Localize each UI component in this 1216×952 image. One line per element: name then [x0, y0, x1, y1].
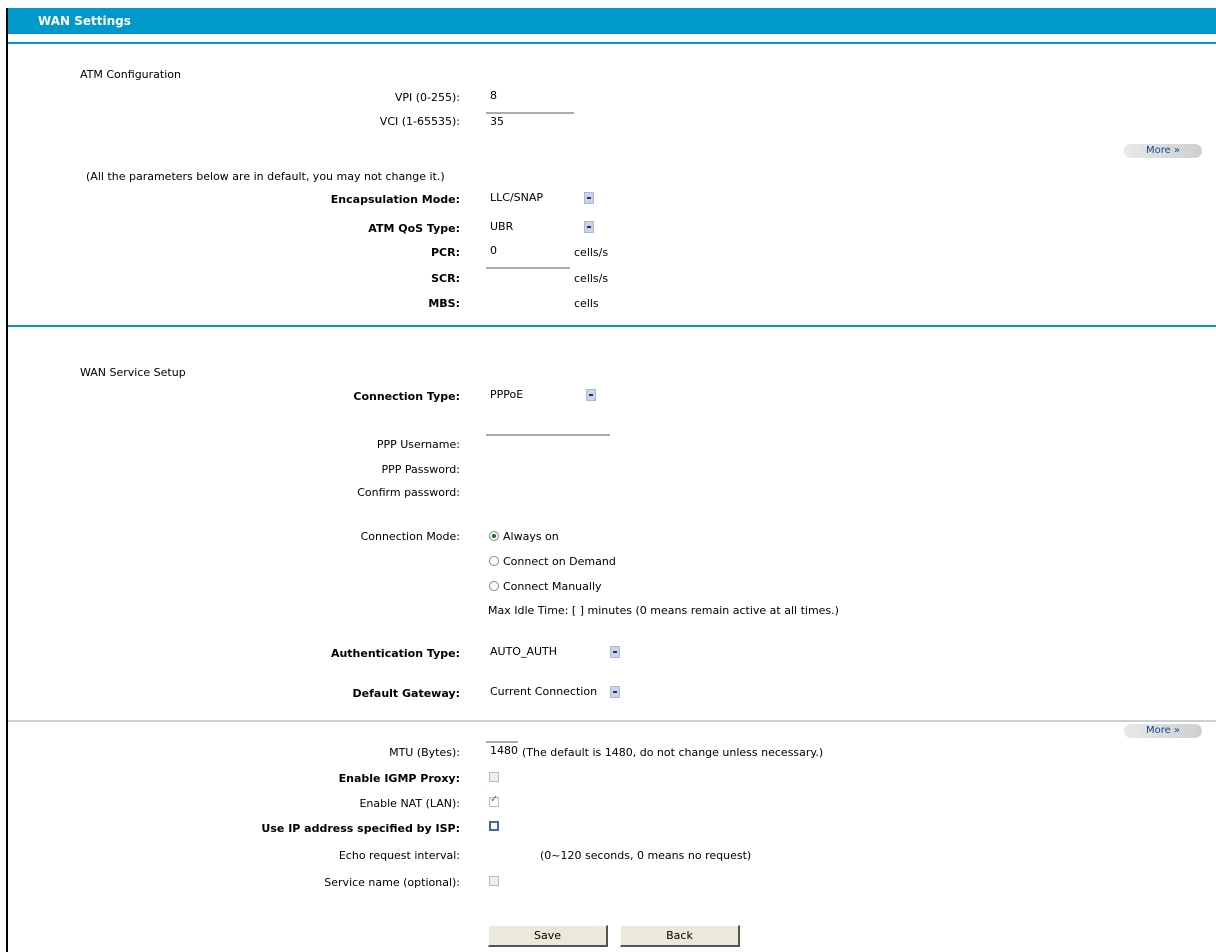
- mtu-input[interactable]: 1480: [486, 741, 518, 759]
- vci-label: VCI (1-65535):: [379, 115, 460, 128]
- atm-section-title: ATM Configuration: [80, 68, 181, 81]
- mode-demand-radio[interactable]: [489, 556, 499, 566]
- pcr-input[interactable]: 0: [486, 243, 570, 261]
- echo-interval-label: Echo request interval:: [338, 849, 460, 862]
- divider: [8, 720, 1216, 722]
- ppp-password-input[interactable]: [486, 459, 610, 477]
- qos-label: ATM QoS Type:: [368, 222, 460, 235]
- page-frame: [6, 8, 1216, 952]
- save-button[interactable]: Save: [488, 925, 608, 947]
- encap-select[interactable]: LLC/SNAP: [490, 189, 594, 207]
- chevron-down-icon: [584, 221, 594, 233]
- qos-value: UBR: [490, 220, 514, 233]
- wan-section-title: WAN Service Setup: [80, 366, 186, 379]
- conn-type-value: PPPoE: [490, 388, 524, 401]
- chevron-down-icon: [584, 192, 594, 204]
- service-name-label: Service name (optional):: [324, 876, 460, 889]
- ppp-password-label: PPP Password:: [381, 463, 460, 476]
- ppp-username-label: PPP Username:: [376, 438, 460, 451]
- ppp-username-input[interactable]: [486, 434, 610, 452]
- default-gateway-value: Current Connection: [490, 685, 598, 698]
- divider: [8, 325, 1216, 327]
- vpi-input[interactable]: 8: [486, 88, 574, 106]
- page-title: WAN Settings: [8, 8, 1216, 34]
- mbs-label: MBS:: [428, 297, 460, 310]
- chevron-down-icon: [586, 389, 596, 401]
- igmp-proxy-checkbox[interactable]: [489, 772, 499, 782]
- chevron-down-icon: [610, 686, 620, 698]
- mode-manual-label: Connect Manually: [503, 580, 602, 593]
- default-gateway-select[interactable]: Current Connection: [490, 683, 620, 701]
- auth-type-select[interactable]: AUTO_AUTH: [490, 643, 620, 661]
- mbs-input[interactable]: [486, 293, 570, 311]
- igmp-proxy-label: Enable IGMP Proxy:: [338, 772, 460, 785]
- divider: [8, 42, 1216, 44]
- pcr-unit: cells/s: [574, 246, 609, 259]
- vpi-label: VPI (0-255):: [394, 91, 460, 104]
- echo-interval-note: (0~120 seconds, 0 means no request): [540, 849, 752, 862]
- pcr-label: PCR:: [430, 246, 460, 259]
- max-idle-text: Max Idle Time: [ ] minutes (0 means rema…: [488, 604, 839, 617]
- scr-unit: cells/s: [574, 272, 609, 285]
- auth-type-label: Authentication Type:: [330, 647, 460, 660]
- encap-value: LLC/SNAP: [490, 191, 544, 204]
- vci-input[interactable]: 35: [486, 112, 574, 130]
- mtu-label: MTU (Bytes):: [389, 746, 460, 759]
- default-gateway-label: Default Gateway:: [352, 687, 460, 700]
- encap-label: Encapsulation Mode:: [330, 193, 460, 206]
- scr-input[interactable]: [486, 267, 570, 285]
- isp-ip-checkbox[interactable]: [489, 821, 499, 831]
- mode-demand-label: Connect on Demand: [503, 555, 616, 568]
- mbs-unit: cells: [574, 297, 599, 310]
- atm-defaults-note: (All the parameters below are in default…: [86, 170, 445, 183]
- confirm-password-input[interactable]: [486, 482, 610, 500]
- mode-always-radio[interactable]: [489, 531, 499, 541]
- service-name-checkbox[interactable]: [489, 876, 499, 886]
- wan-more-button[interactable]: More »: [1124, 724, 1202, 738]
- mtu-note: (The default is 1480, do not change unle…: [522, 746, 824, 759]
- confirm-password-label: Confirm password:: [357, 486, 460, 499]
- echo-interval-input[interactable]: [486, 845, 536, 863]
- nat-label: Enable NAT (LAN):: [359, 797, 460, 810]
- mode-always-label: Always on: [503, 530, 559, 543]
- atm-more-button[interactable]: More »: [1124, 144, 1202, 158]
- auth-type-value: AUTO_AUTH: [490, 645, 558, 658]
- isp-ip-label: Use IP address specified by ISP:: [261, 822, 460, 835]
- nat-checkbox[interactable]: [489, 794, 499, 807]
- qos-select[interactable]: UBR: [490, 218, 594, 236]
- conn-mode-label: Connection Mode:: [360, 530, 460, 543]
- chevron-down-icon: [610, 646, 620, 658]
- scr-label: SCR:: [431, 272, 460, 285]
- conn-type-label: Connection Type:: [353, 390, 460, 403]
- mode-manual-radio[interactable]: [489, 581, 499, 591]
- conn-type-select[interactable]: PPPoE: [490, 386, 596, 404]
- back-button[interactable]: Back: [620, 925, 740, 947]
